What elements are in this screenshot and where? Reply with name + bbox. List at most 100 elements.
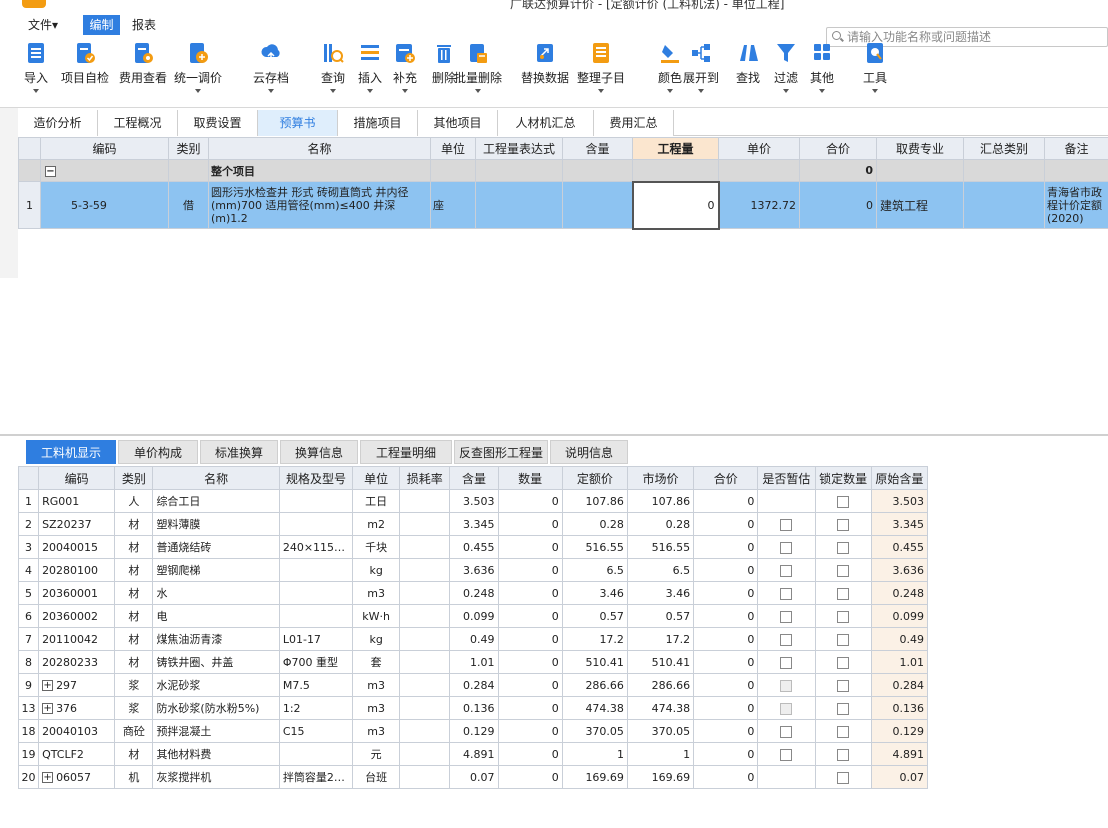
cell-lock[interactable]: [814, 489, 872, 513]
chevron-down-icon[interactable]: [475, 89, 481, 93]
column-header[interactable]: 汇总类别: [963, 137, 1045, 160]
tab-6[interactable]: 人材机汇总: [498, 110, 594, 136]
detail-tab-6[interactable]: 说明信息: [550, 440, 628, 464]
checkbox[interactable]: [837, 587, 850, 600]
cell-estimate[interactable]: [757, 512, 816, 536]
chevron-down-icon[interactable]: [667, 89, 673, 93]
column-header[interactable]: 名称: [152, 466, 280, 490]
cell-estimate[interactable]: [757, 650, 816, 674]
table-row[interactable]: 1 RG001 人综合工日 工日 3.503 0 107.86 107.86 0 3.503: [17, 489, 929, 513]
detail-tab-5[interactable]: 反查图形工程量: [454, 440, 548, 464]
menu-report[interactable]: 报表: [126, 15, 162, 35]
expand-toggle-icon[interactable]: +: [42, 772, 54, 783]
column-header[interactable]: 原始含量: [870, 466, 929, 490]
table-row[interactable]: 6 20360002 材电 kW·h 0.099 0 0.57 0.57 0 0.099: [17, 604, 929, 628]
tab-3[interactable]: 预算书: [258, 110, 338, 136]
checkbox[interactable]: [837, 771, 850, 784]
tab-5[interactable]: 其他项目: [418, 110, 498, 136]
chevron-down-icon[interactable]: [698, 89, 704, 93]
column-header[interactable]: 含量: [562, 137, 633, 160]
checkbox[interactable]: [780, 748, 793, 761]
column-header[interactable]: 类别: [114, 466, 154, 490]
table-row-selected[interactable]: 1 5-3-59 借 圆形污水检查井 形式 砖砌直筒式 井内径(mm)700 适…: [18, 180, 1108, 230]
column-header[interactable]: 取费专业: [876, 137, 964, 160]
cell-lock[interactable]: [814, 627, 872, 651]
replace-button[interactable]: 替换数据: [518, 41, 572, 86]
checkbox[interactable]: [837, 725, 850, 738]
checkbox[interactable]: [837, 518, 850, 531]
checkbox[interactable]: [837, 610, 850, 623]
column-header[interactable]: 单位: [430, 137, 476, 160]
column-header[interactable]: 定额价: [561, 466, 628, 490]
expand-toggle-icon[interactable]: +: [42, 680, 54, 691]
insert-button[interactable]: 插入: [355, 41, 385, 93]
column-header[interactable]: 合价: [693, 466, 759, 490]
detail-tab-0[interactable]: 工料机显示: [26, 440, 116, 464]
column-header[interactable]: 单位: [352, 466, 401, 490]
cell-lock[interactable]: [814, 581, 872, 605]
cell-lock[interactable]: [814, 558, 872, 582]
chevron-down-icon[interactable]: [402, 89, 408, 93]
tab-4[interactable]: 措施项目: [338, 110, 418, 136]
column-header[interactable]: 类别: [168, 137, 209, 160]
checkbox[interactable]: [780, 587, 793, 600]
checkbox[interactable]: [837, 495, 850, 508]
cell-lock[interactable]: [814, 512, 872, 536]
table-row[interactable]: 19 QTCLF2 材其他材料费元 4.891 0 1 1 0 4.891: [17, 742, 929, 766]
cell-lock[interactable]: [814, 650, 872, 674]
checkbox[interactable]: [780, 610, 793, 623]
filter-button[interactable]: 过滤: [771, 41, 801, 93]
table-row[interactable]: 3 20040015 材普通烧结砖 240×115… 千块 0.455 0 516.55 516…: [17, 535, 929, 559]
checkbox[interactable]: [837, 633, 850, 646]
cell-estimate[interactable]: [757, 604, 816, 628]
column-header[interactable]: 名称: [208, 137, 431, 160]
cell-lock[interactable]: [814, 719, 872, 743]
table-row[interactable]: 13 +376 浆防水砂浆(防水粉5%) 1:2 m3 0.136 0 474.38 474.3…: [17, 696, 929, 720]
cell-lock[interactable]: [814, 696, 872, 720]
tab-7[interactable]: 费用汇总: [594, 110, 674, 136]
checkbox[interactable]: [780, 541, 793, 554]
cell-lock[interactable]: [814, 742, 872, 766]
table-row[interactable]: 5 20360001 材水 m3 0.248 0 3.46 3.46 0 0.248: [17, 581, 929, 605]
batch-delete-button[interactable]: 批量删除: [451, 41, 505, 93]
table-row[interactable]: 18 20040103 商砼 预拌混凝土 C15 m3 0.129 0 370.05 370.05…: [17, 719, 929, 743]
chevron-down-icon[interactable]: [268, 89, 274, 93]
cell-estimate[interactable]: [757, 673, 816, 697]
checkbox[interactable]: [780, 633, 793, 646]
splitter[interactable]: [0, 434, 1108, 436]
checkbox[interactable]: [837, 541, 850, 554]
query-button[interactable]: 查询: [318, 41, 348, 93]
table-row[interactable]: 7 20110042 材煤焦油沥青漆 L01-17 kg 0.49 0 17.2 17.2 0 0.…: [17, 627, 929, 651]
chevron-down-icon[interactable]: [819, 89, 825, 93]
chevron-down-icon[interactable]: [367, 89, 373, 93]
price-adjust-button[interactable]: 统一调价: [171, 41, 225, 93]
table-row[interactable]: 20 +06057 机灰浆搅拌机 拌筒容量2… 台班 0.07 0 169.69 169.69 0…: [17, 765, 929, 789]
fee-view-button[interactable]: 费用查看: [116, 41, 170, 86]
menu-edit[interactable]: 编制: [83, 15, 120, 35]
checkbox[interactable]: [780, 518, 793, 531]
column-header[interactable]: 市场价: [626, 466, 695, 490]
detail-tab-4[interactable]: 工程量明细: [360, 440, 452, 464]
cell-estimate[interactable]: [757, 696, 816, 720]
check-button[interactable]: 项目自检: [58, 41, 112, 86]
column-header[interactable]: 合价: [799, 137, 877, 160]
column-header[interactable]: 是否暂估: [757, 466, 816, 490]
supplement-button[interactable]: 补充: [390, 41, 420, 93]
cell-estimate[interactable]: [757, 535, 816, 559]
organize-button[interactable]: 整理子目: [574, 41, 628, 93]
cell-estimate[interactable]: [757, 558, 816, 582]
column-header[interactable]: 数量: [497, 466, 563, 490]
checkbox[interactable]: [837, 656, 850, 669]
column-header[interactable]: 编码: [38, 466, 116, 490]
expand-toggle-icon[interactable]: +: [42, 703, 54, 714]
column-header[interactable]: 损耗率: [399, 466, 451, 490]
cell-lock[interactable]: [814, 604, 872, 628]
tab-0[interactable]: 造价分析: [18, 110, 98, 136]
quantity-input[interactable]: 0: [631, 180, 720, 230]
collapse-toggle-icon[interactable]: −: [45, 165, 56, 177]
tab-2[interactable]: 取费设置: [178, 110, 258, 136]
cell-lock[interactable]: [814, 535, 872, 559]
checkbox[interactable]: [837, 748, 850, 761]
cell-estimate[interactable]: [757, 627, 816, 651]
cloud-button[interactable]: 云存档: [250, 41, 292, 93]
